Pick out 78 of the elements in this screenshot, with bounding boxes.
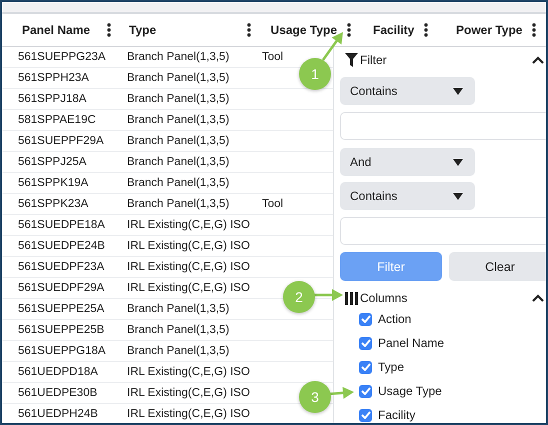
table-cell-text: 561SPPK23A (17, 198, 90, 210)
table-cell-text: Branch Panel(1,3,5) (127, 114, 230, 126)
column-menu-icon[interactable] (532, 23, 536, 37)
operator-dropdown[interactable]: Contains (340, 182, 475, 210)
filter-section-header[interactable]: Filter (340, 51, 546, 69)
table-cell-text: Branch Panel(1,3,5) (127, 135, 230, 147)
table-cell-text: Branch Panel(1,3,5) (127, 51, 230, 63)
table-cell-text: 561UEDPH24B (17, 408, 99, 420)
table-cell-text: 561UEDPD18A (17, 366, 99, 378)
table-cell-text: 561SUEDPE18A (17, 219, 106, 231)
checkbox[interactable] (359, 312, 372, 326)
table-cell-text: Branch Panel(1,3,5) (127, 345, 230, 357)
table-cell-text: Branch Panel(1,3,5) (127, 303, 230, 315)
table-cell-text: Branch Panel(1,3,5) (127, 156, 230, 168)
chevron-icon (532, 294, 544, 302)
clear-button[interactable]: Clear (449, 252, 546, 281)
column-menu-icon[interactable] (107, 23, 111, 37)
table-cell-text: Branch Panel(1,3,5) (127, 177, 230, 189)
table-cell-text: Branch Panel(1,3,5) (127, 198, 230, 210)
filter-value-field[interactable] (340, 112, 546, 140)
columns-icon (345, 292, 358, 304)
table-cell-text: 561SPPJ25A (17, 156, 88, 168)
table-cell-text: IRL Existing(C,E,G) ISO (127, 219, 251, 231)
column-header[interactable]: Usage Type (270, 23, 337, 37)
column-header[interactable]: Type (129, 23, 156, 37)
checkbox[interactable] (359, 360, 372, 374)
checkbox[interactable] (359, 384, 372, 398)
columns-section-header[interactable]: Columns (340, 289, 546, 307)
table-cell-text: 561SUEPPG23A (17, 51, 107, 63)
column-menu-icon[interactable] (347, 23, 351, 37)
callout-badge: 2 (283, 281, 315, 313)
dropdown-arrow-icon (453, 158, 463, 166)
table-cell-text: IRL Existing(C,E,G) ISO (127, 282, 251, 294)
table-cell-text: IRL Existing(C,E,G) ISO (127, 240, 251, 252)
callout-arrow (328, 386, 354, 399)
table-cell: Tool (262, 51, 284, 63)
column-option-label: Usage Type (378, 384, 442, 398)
column-header[interactable]: Facility (373, 23, 414, 37)
table-cell-text: 561SUEPPE25A (17, 303, 106, 315)
table-cell-text: 561SUEPPE25B (17, 324, 106, 336)
dropdown-arrow-icon (453, 192, 463, 200)
dropdown-arrow-icon (453, 88, 463, 94)
callout-badge: 3 (299, 381, 331, 413)
table-cell-text: 561SUEPPG18A (17, 345, 107, 357)
table-cell-text: Branch Panel(1,3,5) (127, 324, 230, 336)
column-menu-icon[interactable] (247, 23, 251, 37)
table-cell-text: 561SPPH23A (17, 72, 90, 84)
logic-dropdown[interactable]: And (340, 148, 475, 176)
table-cell-text: Branch Panel(1,3,5) (127, 72, 230, 84)
table-cell-text: 561SUEDPE24B (17, 240, 106, 252)
table-cell-text: IRL Existing(C,E,G) ISO (127, 408, 251, 420)
checkbox[interactable] (359, 408, 372, 422)
column-header[interactable]: Power Type (456, 23, 522, 37)
column-menu-icon[interactable] (424, 23, 428, 37)
table-cell-text: 561UEDPE30B (17, 387, 98, 399)
filter-icon (345, 53, 358, 67)
column-header[interactable]: Panel Name (22, 23, 90, 37)
table-cell-text: 561SPPJ18A (17, 93, 88, 105)
table-cell: Tool (262, 198, 284, 210)
table-cell-text: IRL Existing(C,E,G) ISO (127, 387, 251, 399)
table-cell-text: 581SPPAE19C (17, 114, 97, 126)
table-cell-text: 561SUEDPF29A (17, 282, 106, 294)
table-cell-text: 561SPPK19A (17, 177, 90, 189)
table-cell-text: Branch Panel(1,3,5) (127, 93, 230, 105)
checkbox[interactable] (359, 336, 372, 350)
column-option-label: Action (378, 312, 412, 326)
table-cell-text: IRL Existing(C,E,G) ISO (127, 261, 251, 273)
column-option-label: Facility (378, 408, 416, 422)
callout-arrow (313, 289, 343, 301)
callout-badge: 1 (299, 58, 331, 90)
column-option-label: Type (378, 360, 404, 374)
table-cell-text: 561SUEPPF29A (17, 135, 105, 147)
chevron-icon (532, 56, 544, 64)
table-cell-text: 561SUEDPF23A (17, 261, 106, 273)
operator-dropdown[interactable]: Contains (340, 77, 475, 105)
table-cell-text: IRL Existing(C,E,G) ISO (127, 366, 251, 378)
column-option-label: Panel Name (378, 336, 444, 350)
filter-value-field[interactable] (340, 217, 546, 245)
